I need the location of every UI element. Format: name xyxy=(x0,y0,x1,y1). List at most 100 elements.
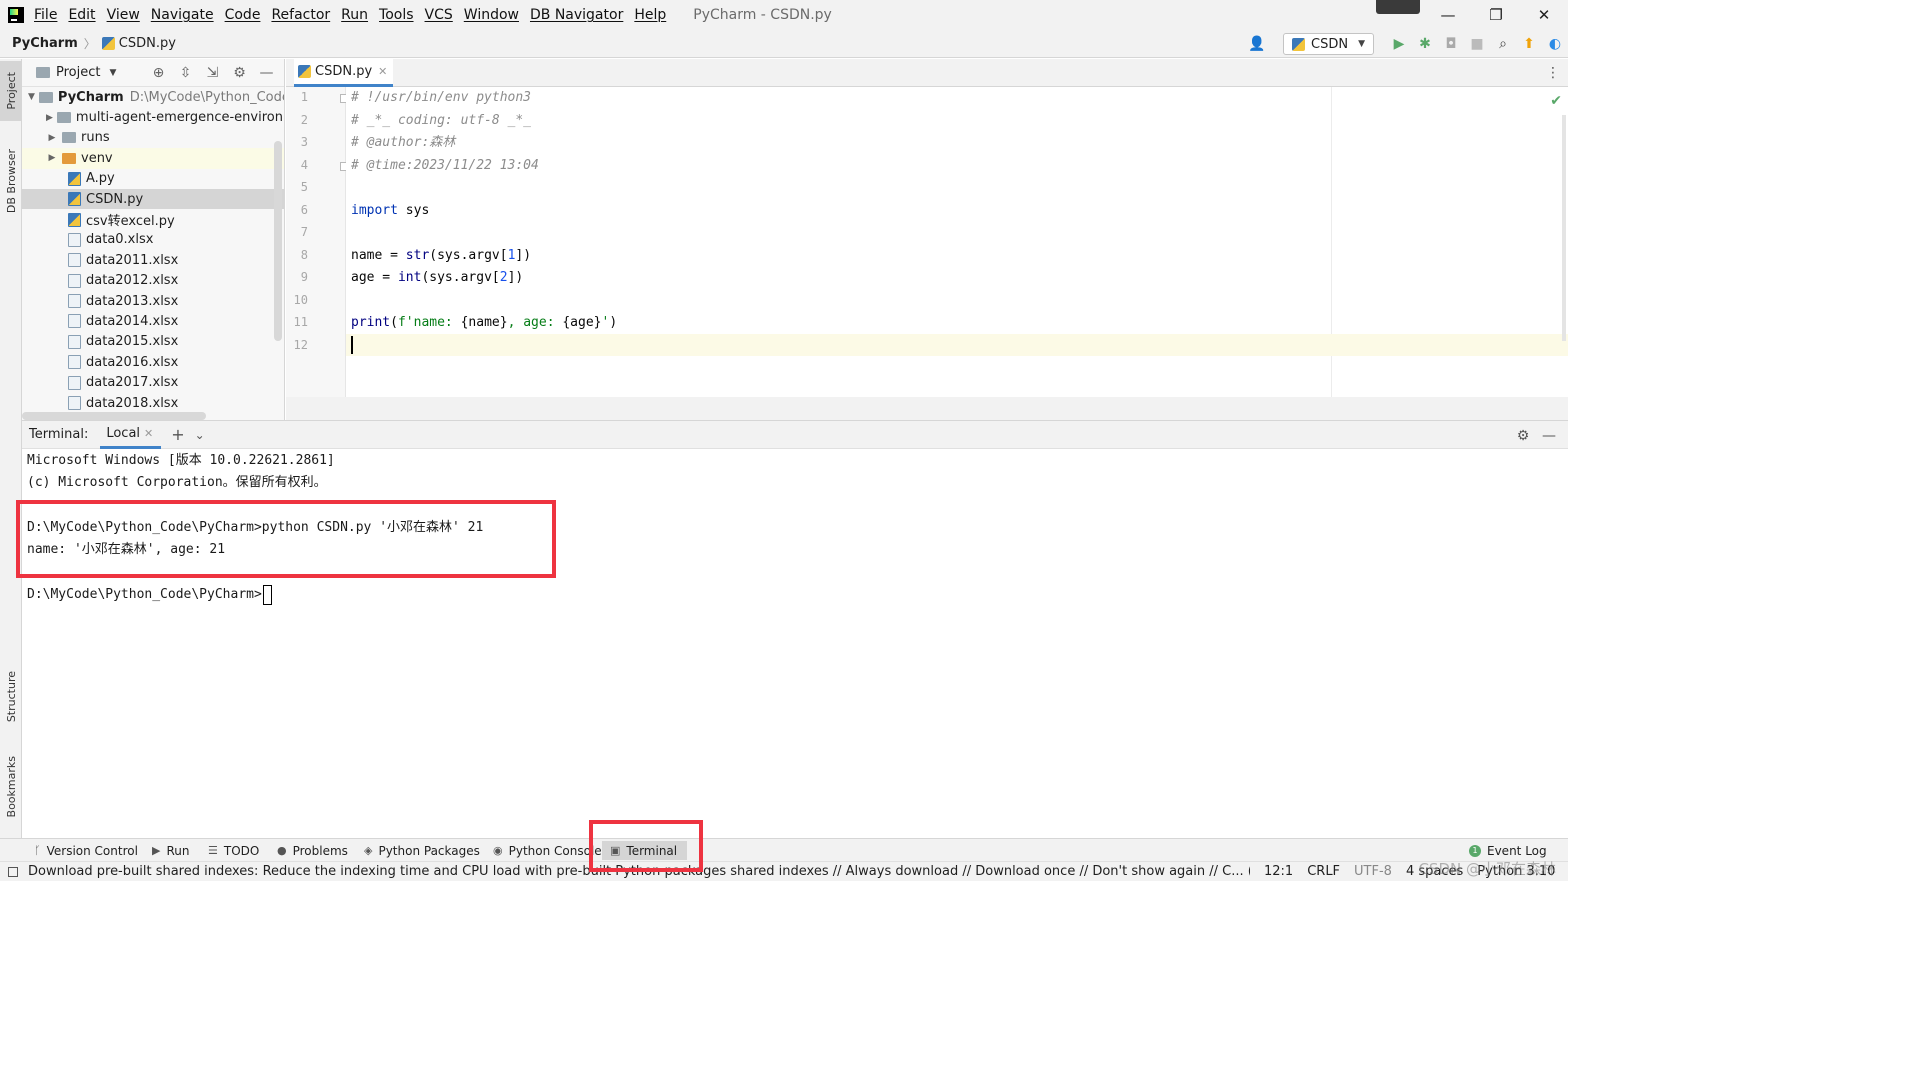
chevron-right-icon[interactable]: ▶ xyxy=(46,133,58,143)
close-icon[interactable]: ✕ xyxy=(378,65,387,78)
menu-vcs[interactable]: VCS xyxy=(425,7,453,23)
python-file-icon xyxy=(68,192,81,207)
code-text: {age} xyxy=(562,315,602,330)
tree-item-csv-excel-py[interactable]: csv转excel.py xyxy=(22,209,284,229)
tree-vertical-scrollbar[interactable] xyxy=(274,141,282,341)
tool-button-todo[interactable]: ☰ TODO xyxy=(208,841,259,860)
code-editor[interactable]: # !/usr/bin/env python3 # _*_ coding: ut… xyxy=(346,87,1568,397)
code-text: ( xyxy=(390,315,398,330)
gear-icon[interactable]: ⚙ xyxy=(1510,428,1536,444)
folder-icon xyxy=(38,91,53,103)
code-text: age = xyxy=(351,270,398,285)
tool-button-python-packages[interactable]: ◈ Python Packages xyxy=(364,841,480,860)
maximize-button[interactable]: ❐ xyxy=(1472,0,1520,30)
unknown-file-icon xyxy=(68,375,81,390)
chevron-down-icon[interactable]: ▼ xyxy=(109,68,116,78)
editor-tab-bar: CSDN.py ✕ ⋮ xyxy=(286,59,1568,87)
close-window-button[interactable]: ✕ xyxy=(1520,0,1568,30)
tool-button-label: Run xyxy=(166,843,190,858)
tool-tab-project[interactable]: Project xyxy=(0,61,22,121)
menu-help[interactable]: Help xyxy=(634,7,666,23)
python-file-icon xyxy=(101,37,115,50)
tree-item-data2018[interactable]: data2018.xlsx xyxy=(22,393,284,413)
menu-view[interactable]: View xyxy=(107,7,140,23)
tree-horizontal-scrollbar[interactable] xyxy=(22,412,206,420)
chevron-down-icon[interactable]: ▼ xyxy=(28,92,35,102)
editor-scrollbar[interactable] xyxy=(1562,115,1566,341)
tool-button-run[interactable]: ▶ Run xyxy=(152,841,189,860)
project-view-select[interactable]: Project xyxy=(56,65,100,80)
menu-code[interactable]: Code xyxy=(225,7,261,23)
debug-icon[interactable]: ✱ xyxy=(1412,36,1438,52)
tree-item-runs[interactable]: ▶ runs xyxy=(22,128,284,148)
expand-all-icon[interactable]: ⇳ xyxy=(172,65,199,81)
line-separator[interactable]: CRLF xyxy=(1307,864,1340,879)
tool-tab-db-browser[interactable]: DB Browser xyxy=(0,137,22,225)
tool-button-problems[interactable]: ● Problems xyxy=(277,841,348,860)
breadcrumb-project[interactable]: PyCharm xyxy=(12,36,78,51)
toggle-tool-windows-icon[interactable] xyxy=(8,866,18,877)
tree-item-csdn-py[interactable]: CSDN.py xyxy=(22,188,284,210)
csdn-watermark: CSDN @小邓在森林 xyxy=(1418,860,1556,878)
terminal-tab-local[interactable]: Local ✕ xyxy=(100,420,162,449)
run-configuration-select[interactable]: CSDN ▼ xyxy=(1283,33,1374,55)
tree-item-data2015[interactable]: data2015.xlsx xyxy=(22,332,284,352)
menu-run[interactable]: Run xyxy=(341,7,368,23)
update-icon[interactable]: ⬆ xyxy=(1516,36,1542,52)
stop-icon[interactable]: ■ xyxy=(1464,36,1490,52)
code-builtin: int xyxy=(397,270,422,285)
tree-item-data2016[interactable]: data2016.xlsx xyxy=(22,352,284,372)
run-icon[interactable]: ▶ xyxy=(1386,36,1412,52)
file-encoding[interactable]: UTF-8 xyxy=(1354,864,1392,879)
user-icon[interactable]: 👤 xyxy=(1245,36,1269,52)
hide-panel-icon[interactable]: — xyxy=(253,65,280,81)
line-number: 3 xyxy=(300,135,308,149)
breadcrumb-file[interactable]: CSDN.py xyxy=(101,36,176,51)
tree-item-data0[interactable]: data0.xlsx xyxy=(22,230,284,250)
gear-icon[interactable]: ⚙ xyxy=(226,65,253,81)
chevron-down-icon[interactable]: ⌄ xyxy=(195,428,205,442)
python-file-icon xyxy=(298,65,311,78)
tree-item-multi-agent[interactable]: ▶ multi-agent-emergence-environm xyxy=(22,107,284,127)
tree-item-data2013[interactable]: data2013.xlsx xyxy=(22,291,284,311)
menu-file[interactable]: File xyxy=(34,7,57,23)
hide-panel-icon[interactable]: — xyxy=(1536,428,1562,444)
tree-item-data2012[interactable]: data2012.xlsx xyxy=(22,271,284,291)
chevron-right-icon[interactable]: ▶ xyxy=(46,113,53,123)
tool-tab-structure[interactable]: Structure xyxy=(0,659,22,735)
menu-edit[interactable]: Edit xyxy=(68,7,95,23)
minimize-button[interactable]: — xyxy=(1424,0,1472,30)
tree-item-data2017[interactable]: data2017.xlsx xyxy=(22,372,284,392)
tree-item-a-py[interactable]: A.py xyxy=(22,169,284,189)
tool-button-version-control[interactable]: ᚴ Version Control xyxy=(34,841,138,860)
tree-item-venv[interactable]: ▶ venv xyxy=(22,148,284,169)
menu-tools[interactable]: Tools xyxy=(379,7,414,23)
menu-navigate[interactable]: Navigate xyxy=(151,7,214,23)
caret-position[interactable]: 12:1 xyxy=(1264,864,1293,879)
locate-file-icon[interactable]: ⊕ xyxy=(145,65,172,81)
jetbrains-icon[interactable]: ◐ xyxy=(1542,36,1568,52)
chevron-right-icon[interactable]: ▶ xyxy=(46,153,58,163)
menu-refactor[interactable]: Refactor xyxy=(271,7,330,23)
folder-icon xyxy=(62,132,76,144)
tree-item-data2011[interactable]: data2011.xlsx xyxy=(22,250,284,270)
code-builtin: str xyxy=(405,248,430,263)
tree-item-data2014[interactable]: data2014.xlsx xyxy=(22,311,284,331)
tool-button-python-console[interactable]: ◉ Python Console xyxy=(493,841,602,860)
check-icon[interactable]: ✔ xyxy=(1550,93,1562,109)
coverage-icon[interactable]: ◘ xyxy=(1438,36,1464,52)
plus-icon[interactable]: + xyxy=(171,425,184,444)
breadcrumb-file-label: CSDN.py xyxy=(118,36,176,51)
more-vertical-icon[interactable]: ⋮ xyxy=(1546,65,1560,81)
menu-db-navigator[interactable]: DB Navigator xyxy=(530,7,623,23)
python-file-icon xyxy=(68,171,81,186)
menu-window[interactable]: Window xyxy=(464,7,519,23)
tool-tab-bookmarks[interactable]: Bookmarks xyxy=(0,747,22,827)
collapse-all-icon[interactable]: ⇲ xyxy=(199,65,226,81)
editor-tab-csdn-py[interactable]: CSDN.py ✕ xyxy=(294,59,394,87)
tree-root[interactable]: ▼ PyCharm D:\MyCode\Python_Code\ xyxy=(22,87,284,107)
close-icon[interactable]: ✕ xyxy=(144,427,153,440)
terminal-prompt-line: D:\MyCode\Python_Code\PyCharm> xyxy=(27,584,272,606)
search-icon[interactable]: ⌕ xyxy=(1490,36,1516,52)
terminal-line: (c) Microsoft Corporation。保留所有权利。 xyxy=(27,475,327,490)
